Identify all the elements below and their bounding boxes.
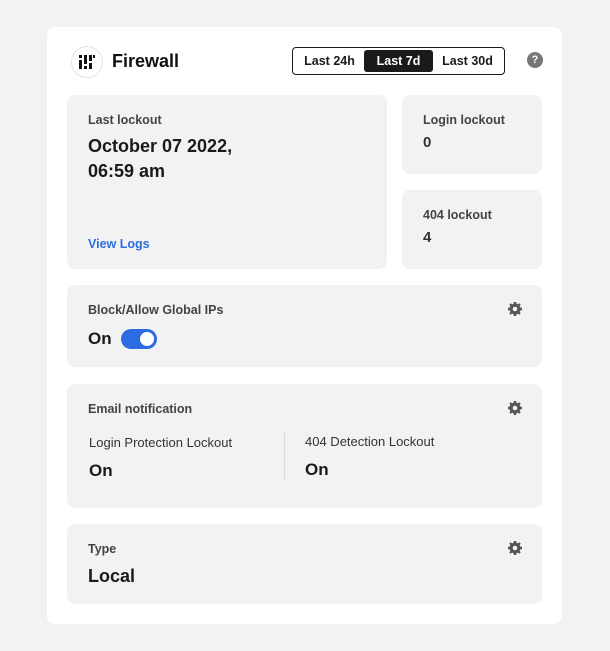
last-lockout-label: Last lockout bbox=[88, 113, 162, 127]
range-last-7d-button[interactable]: Last 7d bbox=[364, 50, 433, 72]
lockout-404-label: 404 lockout bbox=[423, 208, 492, 222]
email-divider bbox=[284, 432, 285, 480]
type-value: Local bbox=[88, 566, 136, 586]
detection-404-lockout-value: On bbox=[305, 460, 329, 479]
firewall-logo-icon bbox=[71, 46, 103, 78]
range-last-24h-button[interactable]: Last 24h bbox=[295, 50, 364, 72]
type-settings-gear-icon[interactable] bbox=[508, 541, 522, 555]
email-notification-settings-gear-icon[interactable] bbox=[508, 401, 522, 415]
toggle-knob bbox=[140, 332, 154, 346]
email-notification-label: Email notification bbox=[88, 402, 193, 416]
last-lockout-time: 06:59 am bbox=[88, 161, 166, 181]
global-ips-panel: Block/Allow Global IPs On bbox=[67, 285, 542, 367]
global-ips-label: Block/Allow Global IPs bbox=[88, 303, 224, 317]
email-notification-panel: Email notification Login Protection Lock… bbox=[67, 384, 542, 508]
range-last-30d-button[interactable]: Last 30d bbox=[433, 50, 502, 72]
time-range-selector: Last 24h Last 7d Last 30d bbox=[292, 47, 505, 75]
global-ips-state: On bbox=[88, 329, 112, 348]
view-logs-link[interactable]: View Logs bbox=[88, 237, 150, 251]
detection-404-lockout-label: 404 Detection Lockout bbox=[305, 434, 435, 449]
lockout-404-panel: 404 lockout 4 bbox=[402, 190, 542, 269]
lockout-404-value: 4 bbox=[423, 229, 432, 246]
last-lockout-panel: Last lockout October 07 2022, 06:59 am V… bbox=[67, 95, 387, 269]
last-lockout-date: October 07 2022, bbox=[88, 136, 233, 156]
card-title: Firewall bbox=[112, 51, 180, 71]
login-lockout-label: Login lockout bbox=[423, 113, 505, 127]
global-ips-toggle[interactable] bbox=[121, 329, 157, 349]
card-header: Firewall Last 24h Last 7d Last 30d ? bbox=[47, 27, 562, 95]
login-lockout-value: 0 bbox=[423, 134, 432, 151]
type-label: Type bbox=[88, 542, 117, 556]
firewall-card: Firewall Last 24h Last 7d Last 30d ? Las… bbox=[47, 27, 562, 624]
login-lockout-panel: Login lockout 0 bbox=[402, 95, 542, 174]
login-protection-lockout-label: Login Protection Lockout bbox=[89, 435, 233, 450]
help-icon[interactable]: ? bbox=[527, 52, 543, 68]
login-protection-lockout-value: On bbox=[89, 461, 113, 480]
type-panel: Type Local bbox=[67, 524, 542, 604]
global-ips-settings-gear-icon[interactable] bbox=[508, 302, 522, 316]
